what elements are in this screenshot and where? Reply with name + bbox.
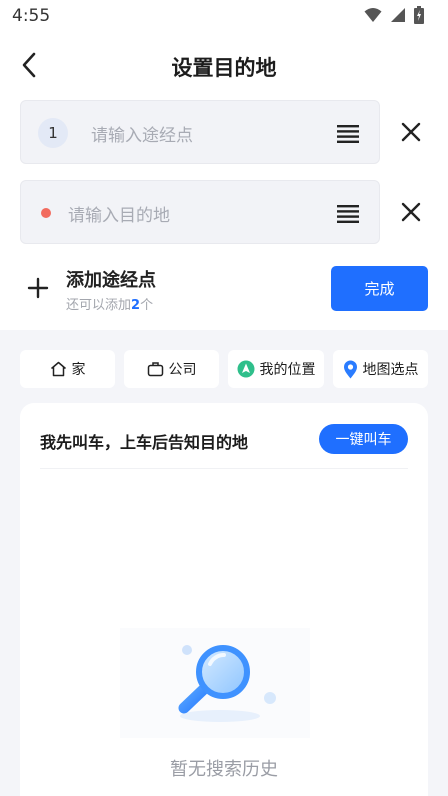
destination-input[interactable]: 请输入目的地 [68,201,170,226]
call-car-hint: 我先叫车，上车后告知目的地 [40,433,249,452]
drag-handle-icon[interactable] [337,203,359,223]
chip-company[interactable]: 公司 [124,350,219,388]
clear-destination-button[interactable] [398,199,424,225]
status-bar: 4:55 [0,0,448,32]
remaining-count: 2 [131,298,141,313]
lower-section: 家 公司 我的位置 地图选点 我先叫车，上车后告知目的地 一键叫车 暂无搜索历史 [0,330,448,796]
home-icon [50,361,66,377]
drag-handle-icon[interactable] [337,123,359,143]
waypoint-input[interactable]: 请输入途经点 [91,121,193,146]
chip-my-location[interactable]: 我的位置 [228,350,324,388]
remaining-prefix: 还可以添加 [66,298,132,313]
done-button[interactable]: 完成 [331,266,428,311]
chip-company-label: 公司 [168,362,197,378]
close-icon [401,202,421,222]
chip-home-label: 家 [71,362,86,378]
plus-icon [27,277,49,299]
chip-map-pick[interactable]: 地图选点 [333,350,428,388]
navigation-arrow-icon [237,360,254,378]
chip-my-location-label: 我的位置 [259,362,316,378]
add-waypoint-remaining: 还可以添加2个 [66,294,153,313]
destination-input-row[interactable]: 请输入目的地 [20,180,380,244]
empty-history-text: 暂无搜索历史 [170,759,278,780]
header: 设置目的地 [0,40,448,92]
add-waypoint-label: 添加途经点 [66,270,156,291]
briefcase-icon [147,362,163,377]
close-icon [401,122,421,142]
history-card: 我先叫车，上车后告知目的地 一键叫车 暂无搜索历史 [20,403,428,796]
add-waypoint-button[interactable]: 添加途经点 还可以添加2个 [26,264,206,314]
map-pin-icon [343,360,357,378]
page-title: 设置目的地 [171,56,277,80]
status-time: 4:55 [12,6,51,26]
waypoint-index-badge: 1 [38,118,68,148]
wifi-icon [364,8,382,22]
destination-dot [41,208,51,218]
chip-map-pick-label: 地图选点 [362,362,419,378]
remaining-suffix: 个 [140,298,154,313]
signal-icon [391,8,405,22]
one-tap-call-button[interactable]: 一键叫车 [319,424,408,454]
waypoint-input-row[interactable]: 1 请输入途经点 [20,100,380,164]
status-icons [364,6,424,24]
battery-icon [414,6,424,24]
remove-waypoint-button[interactable] [398,119,424,145]
chip-home[interactable]: 家 [20,350,115,388]
divider [40,468,408,469]
magnifier-illustration-icon [120,628,310,738]
